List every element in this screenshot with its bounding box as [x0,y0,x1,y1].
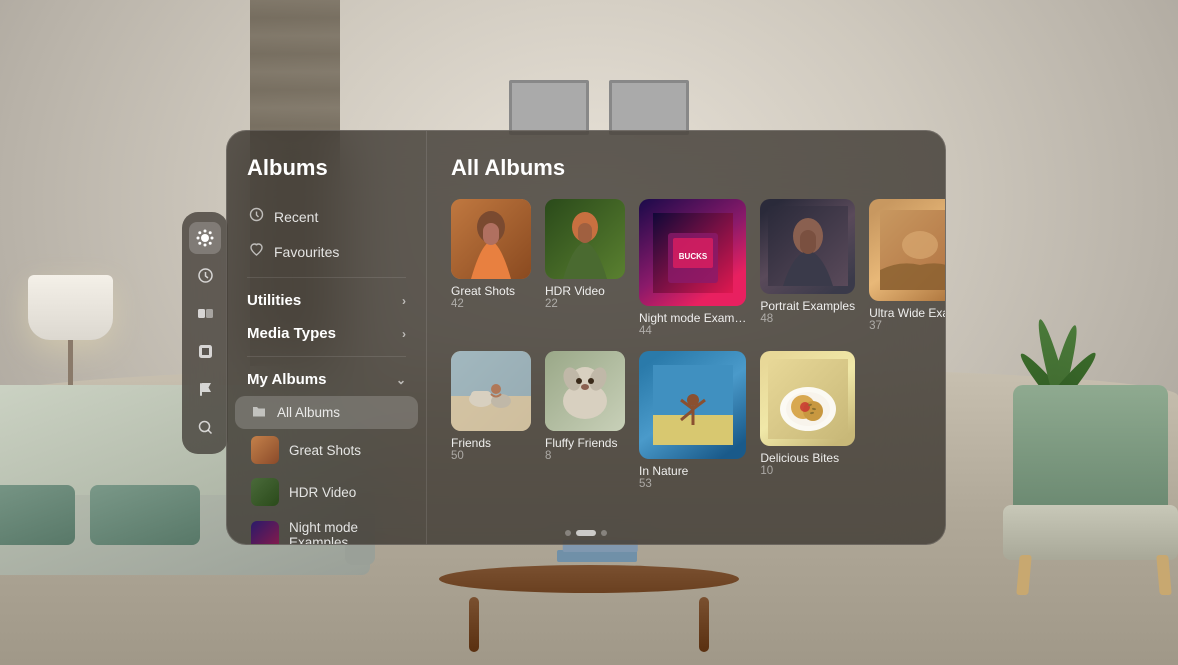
album-list-item-great-shots[interactable]: Great Shots [235,429,418,471]
album-card-ultra-wide[interactable]: Ultra Wide Exam… 37 [869,199,945,337]
hdr-video-sidebar-label: HDR Video [289,485,356,500]
ultra-wide-cover [869,199,945,301]
album-list-item-night-mode[interactable]: Night mode Examples [235,513,418,545]
my-albums-label: My Albums [247,371,326,388]
wall-frame-2 [609,80,689,135]
delicious-bites-count: 10 [760,465,855,477]
ultra-wide-name: Ultra Wide Exam… [869,306,945,320]
content-title: All Albums [451,155,921,181]
fluffy-friends-cover [545,351,625,431]
media-types-label: Media Types [247,325,336,342]
night-mode-count: 44 [639,325,746,337]
media-types-header[interactable]: Media Types › [227,317,426,350]
media-types-chevron-icon: › [402,327,406,341]
album-card-hdr-video[interactable]: HDR Video 22 [545,199,625,337]
fluffy-friends-count: 8 [545,450,625,462]
sidebar: Albums Recent Favourites Utilities › [227,131,427,544]
albums-nav-icon[interactable] [189,298,221,330]
utilities-chevron-icon: › [402,294,406,308]
scroll-dot-2 [576,530,596,536]
album-list-item-hdr-video[interactable]: HDR Video [235,471,418,513]
delicious-bites-cover [760,351,855,446]
album-card-night-mode[interactable]: BUCKS Night mode Exam… 44 [639,199,746,337]
great-shots-cover [451,199,531,279]
friends-cover [451,351,531,431]
divider-1 [247,277,406,278]
scroll-dot-1 [565,530,571,536]
scroll-indicator [227,530,945,536]
main-window: Albums Recent Favourites Utilities › [226,130,946,545]
ultra-wide-count: 37 [869,320,945,332]
recent-label: Recent [274,209,318,225]
great-shots-thumb [251,436,279,464]
search-nav-icon[interactable] [189,412,221,444]
hdr-video-cover [545,199,625,279]
album-card-delicious-bites[interactable]: Delicious Bites 10 [760,351,855,489]
album-card-friends[interactable]: Friends 50 [451,351,531,489]
albums-grid: Great Shots 42 [451,199,921,490]
night-mode-cover: BUCKS [639,199,746,306]
in-nature-count: 53 [639,478,746,490]
flag-nav-icon[interactable] [189,374,221,406]
portrait-cover [760,199,855,294]
album-card-great-shots[interactable]: Great Shots 42 [451,199,531,337]
clock-icon [249,207,264,226]
heart-icon [249,242,264,261]
album-card-fluffy-friends[interactable]: Fluffy Friends 8 [545,351,625,489]
great-shots-count: 42 [451,298,531,310]
svg-text:BUCKS: BUCKS [678,252,707,261]
hdr-video-thumb [251,478,279,506]
divider-2 [247,356,406,357]
great-shots-sidebar-label: Great Shots [289,443,361,458]
album-card-in-nature[interactable]: In Nature 53 [639,351,746,489]
hdr-video-name: HDR Video [545,284,625,298]
hdr-video-count: 22 [545,298,625,310]
sidebar-item-favourites[interactable]: Favourites [237,234,416,269]
all-albums-label: All Albums [277,405,340,420]
my-albums-header[interactable]: My Albums ⌄ [227,363,426,396]
my-albums-chevron-icon: ⌄ [396,373,406,387]
friends-name: Friends [451,436,531,450]
portrait-name: Portrait Examples [760,299,855,313]
album-card-portrait[interactable]: Portrait Examples 48 [760,199,855,337]
photos-nav-icon[interactable] [189,222,221,254]
memories-nav-icon[interactable] [189,336,221,368]
sidebar-item-recent[interactable]: Recent [237,199,416,234]
delicious-bites-name: Delicious Bites [760,451,855,465]
utilities-header[interactable]: Utilities › [227,284,426,317]
scroll-dot-3 [601,530,607,536]
in-nature-cover [639,351,746,458]
recents-nav-icon[interactable] [189,260,221,292]
coffee-table [439,565,739,655]
favourites-label: Favourites [274,244,339,260]
sidebar-top-section: Recent Favourites [227,199,426,269]
utilities-label: Utilities [247,292,301,309]
folder-icon [251,403,267,422]
chair [988,385,1178,595]
night-mode-name: Night mode Exam… [639,311,746,325]
fluffy-friends-name: Fluffy Friends [545,436,625,450]
wall-frame-1 [509,80,589,135]
content-area: All Albums [427,131,945,544]
sidebar-title: Albums [227,155,426,199]
album-list-item-all-albums[interactable]: All Albums [235,396,418,429]
sidebar-icon-strip [182,212,228,454]
friends-count: 50 [451,450,531,462]
portrait-count: 48 [760,313,855,325]
great-shots-name: Great Shots [451,284,531,298]
in-nature-name: In Nature [639,464,746,478]
